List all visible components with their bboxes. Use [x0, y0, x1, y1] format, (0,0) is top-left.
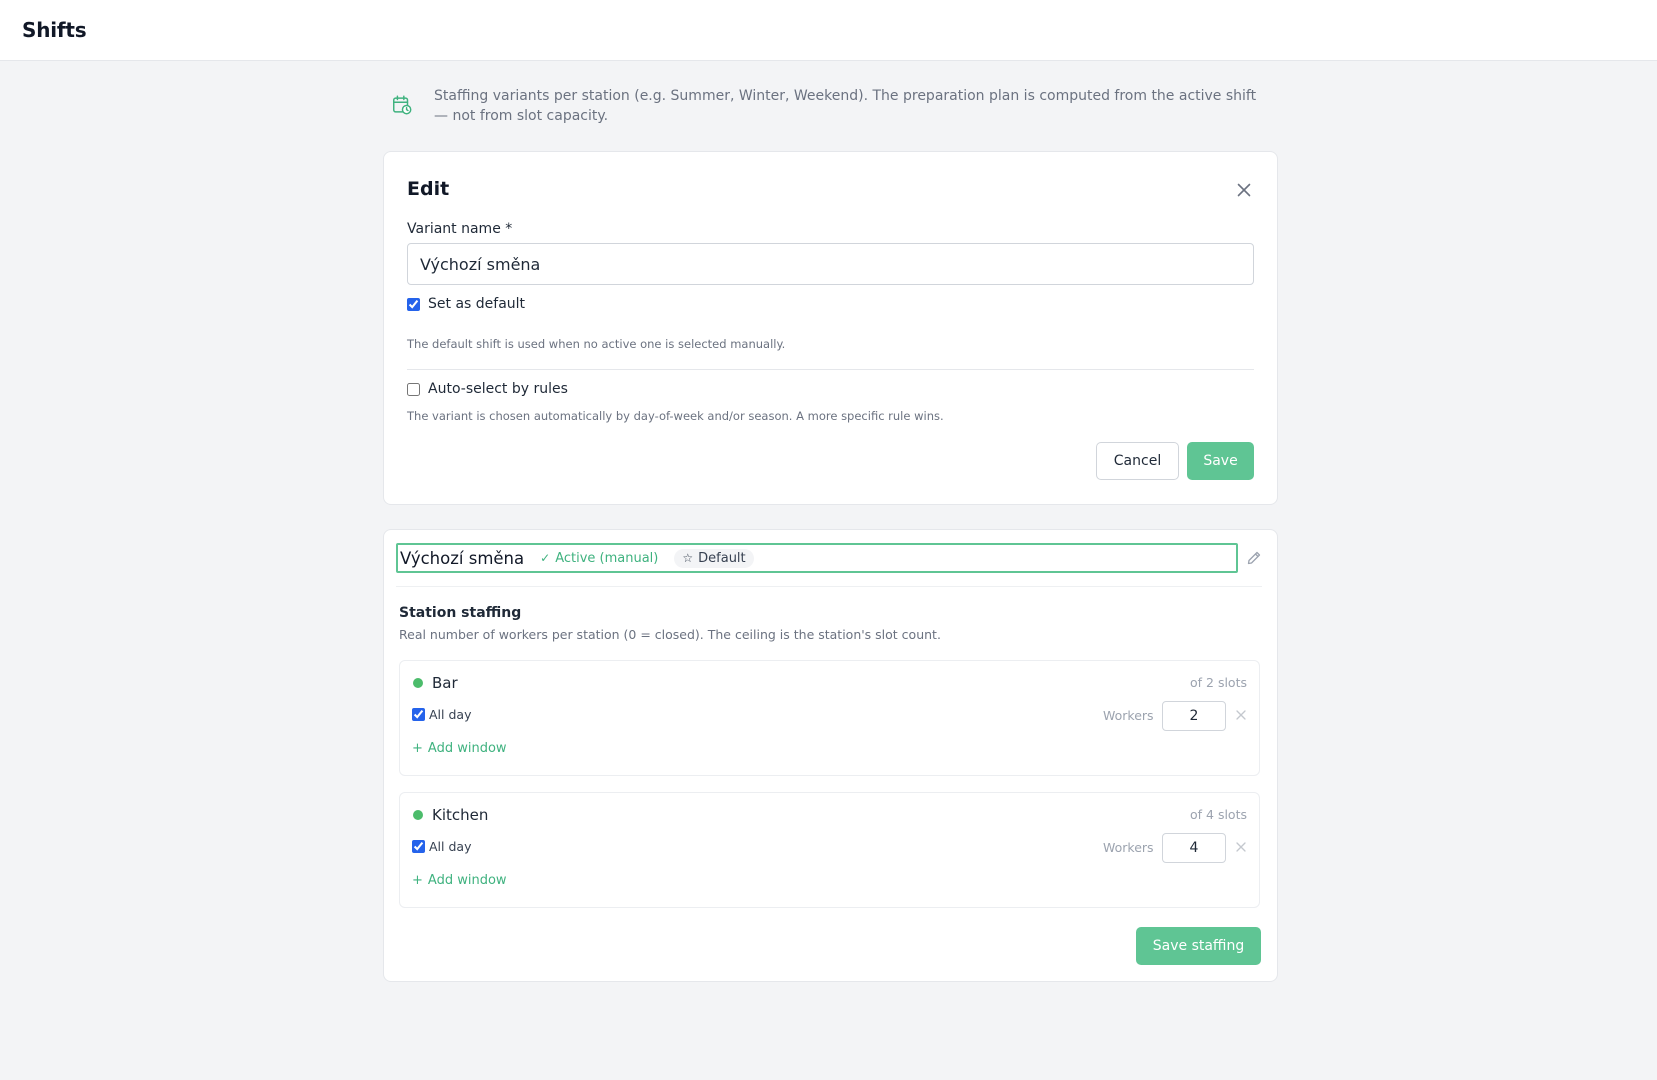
shift-header[interactable]: Výchozí směna ✓ Active (manual) ☆ Defaul… — [396, 543, 1238, 573]
divider — [407, 369, 1254, 370]
station-status-dot — [413, 810, 423, 820]
variant-name-input[interactable] — [407, 243, 1254, 285]
variant-name-label: Variant name * — [407, 221, 513, 237]
save-button[interactable]: Save — [1187, 442, 1254, 480]
default-badge-label: Default — [698, 550, 746, 566]
remove-window-icon[interactable] — [1234, 840, 1248, 854]
divider — [396, 586, 1262, 587]
set-default-row: Set as default — [407, 296, 525, 312]
station-slots: of 4 slots — [1190, 807, 1247, 822]
plus-icon: + — [412, 873, 423, 888]
station-status-dot — [413, 678, 423, 688]
auto-select-help-text: The variant is chosen automatically by d… — [407, 409, 944, 423]
all-day-row: All day — [412, 707, 471, 722]
add-window-button[interactable]: + Add window — [412, 873, 507, 888]
add-window-button[interactable]: + Add window — [412, 741, 507, 756]
default-help-text: The default shift is used when no active… — [407, 337, 786, 351]
close-button[interactable] — [1234, 180, 1254, 200]
shift-name: Výchozí směna — [400, 548, 525, 568]
workers-label: Workers — [1103, 708, 1154, 723]
top-bar: Shifts — [0, 0, 1657, 61]
cancel-button[interactable]: Cancel — [1096, 442, 1179, 480]
station-name: Kitchen — [432, 806, 489, 824]
active-badge-label: Active (manual) — [555, 550, 659, 566]
station-staffing-description: Real number of workers per station (0 = … — [399, 627, 941, 642]
station-kitchen: Kitchen of 4 slots All day Workers + Add … — [399, 792, 1260, 908]
edit-title: Edit — [407, 178, 450, 200]
plus-icon: + — [412, 741, 423, 756]
star-icon: ☆ — [682, 551, 694, 565]
edit-variant-card: Edit Variant name * Set as default The d… — [383, 151, 1278, 505]
station-name: Bar — [432, 674, 458, 692]
add-window-label: Add window — [427, 873, 507, 888]
all-day-row: All day — [412, 839, 471, 854]
all-day-label: All day — [429, 707, 472, 722]
check-icon: ✓ — [540, 551, 551, 565]
workers-input[interactable] — [1162, 701, 1226, 731]
info-banner: Staffing variants per station (e.g. Summ… — [391, 86, 1271, 126]
set-default-checkbox[interactable] — [407, 297, 420, 311]
all-day-checkbox[interactable] — [412, 840, 425, 853]
pencil-icon[interactable] — [1246, 550, 1262, 566]
workers-label: Workers — [1103, 840, 1154, 855]
station-staffing-title: Station staffing — [399, 605, 522, 621]
all-day-label: All day — [429, 839, 472, 854]
station-slots: of 2 slots — [1190, 675, 1247, 690]
save-staffing-button[interactable]: Save staffing — [1136, 927, 1261, 965]
add-window-label: Add window — [427, 741, 507, 756]
auto-select-row: Auto-select by rules — [407, 381, 568, 397]
close-icon — [1237, 183, 1251, 197]
default-badge: ☆ Default — [674, 548, 754, 568]
active-badge: ✓ Active (manual) — [540, 551, 658, 566]
calendar-clock-icon — [393, 95, 412, 115]
auto-select-label: Auto-select by rules — [428, 381, 568, 397]
set-default-label: Set as default — [428, 296, 526, 312]
shift-card: Výchozí směna ✓ Active (manual) ☆ Defaul… — [383, 529, 1278, 982]
info-text: Staffing variants per station (e.g. Summ… — [434, 88, 1257, 124]
page-title: Shifts — [22, 18, 87, 42]
station-bar: Bar of 2 slots All day Workers + Add wind… — [399, 660, 1260, 776]
workers-input[interactable] — [1162, 833, 1226, 863]
auto-select-checkbox[interactable] — [407, 382, 420, 396]
all-day-checkbox[interactable] — [412, 708, 425, 721]
remove-window-icon[interactable] — [1234, 708, 1248, 722]
